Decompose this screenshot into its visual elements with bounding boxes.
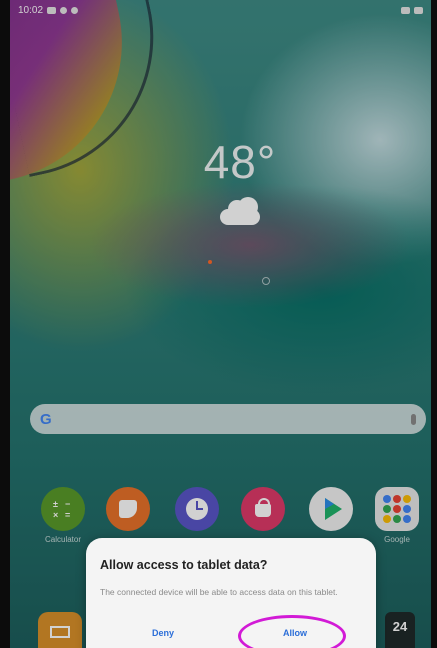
dialog-title: Allow access to tablet data?: [100, 558, 268, 572]
dialog-message: The connected device will be able to acc…: [100, 587, 338, 597]
left-bezel: [0, 0, 10, 648]
deny-button[interactable]: Deny: [152, 628, 174, 638]
home-screen: 10:02 48° G ± × − = Calculator Google 24…: [0, 0, 437, 648]
right-bezel: [431, 0, 437, 648]
